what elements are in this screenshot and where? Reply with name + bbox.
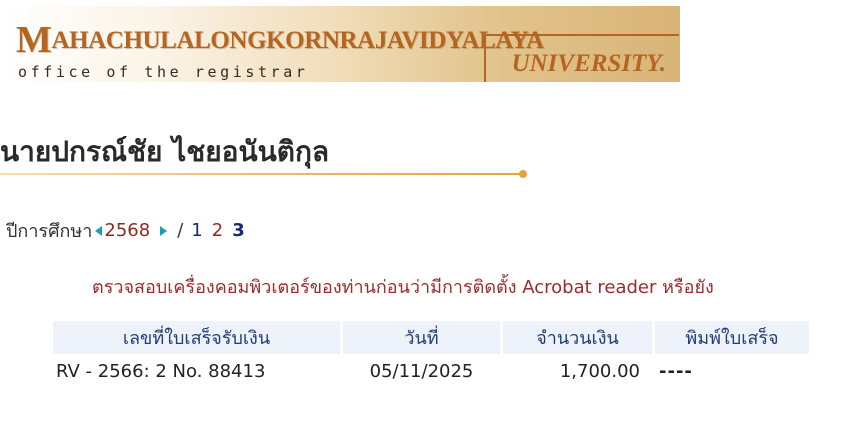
academic-year-label: ปีการศึกษา [6,221,93,242]
table-row: RV - 2566: 2 No. 88413 05/11/2025 1,700.… [53,354,809,388]
banner-subtitle: office of the registrar [18,63,309,81]
receipts-table: เลขที่ใบเสร็จรับเงิน วันที่ จำนวนเงิน พิ… [50,321,812,388]
registrar-banner: MAHACHULALONGKORNRAJAVIDYALAYA office of… [4,6,680,82]
academic-year-selector: ปีการศึกษา 2568 / 1 2 3 [6,216,254,245]
semester-link-1[interactable]: 1 [191,220,202,241]
semester-separator: / [177,220,184,241]
print-receipt-placeholder: ---- [659,360,693,382]
banner-title: MAHACHULALONGKORNRAJAVIDYALAYA [16,14,544,61]
header-receipt-no: เลขที่ใบเสร็จรับเงิน [53,321,340,354]
name-divider-dot [519,170,527,178]
acrobat-notice: ตรวจสอบเครื่องคอมพิวเตอร์ของท่านก่อนว่าม… [92,277,714,298]
header-amount: จำนวนเงิน [503,321,652,354]
receipt-number: RV - 2566: 2 No. 88413 [56,360,266,382]
banner-title-initial: M [16,19,52,61]
semester-link-3[interactable]: 3 [232,220,245,241]
header-date: วันที่ [343,321,500,354]
banner-university: UNIVERSITY. [511,50,666,77]
name-divider [0,173,522,175]
banner-title-rest: AHACHULALONGKORNRAJAVIDYALAYA [51,27,544,54]
header-print-receipt: พิมพ์ใบเสร็จ [655,321,809,354]
student-name: นายปกรณ์ชัย ไชยอนันติกุล [0,135,330,168]
academic-year-value: 2568 [104,220,151,241]
arrow-left-icon[interactable] [95,225,103,236]
arrow-right-icon[interactable] [160,225,168,236]
receipt-amount: 1,700.00 [559,360,640,382]
semester-link-2[interactable]: 2 [212,220,223,241]
table-header-row: เลขที่ใบเสร็จรับเงิน วันที่ จำนวนเงิน พิ… [53,321,809,354]
receipt-date: 05/11/2025 [369,360,474,382]
